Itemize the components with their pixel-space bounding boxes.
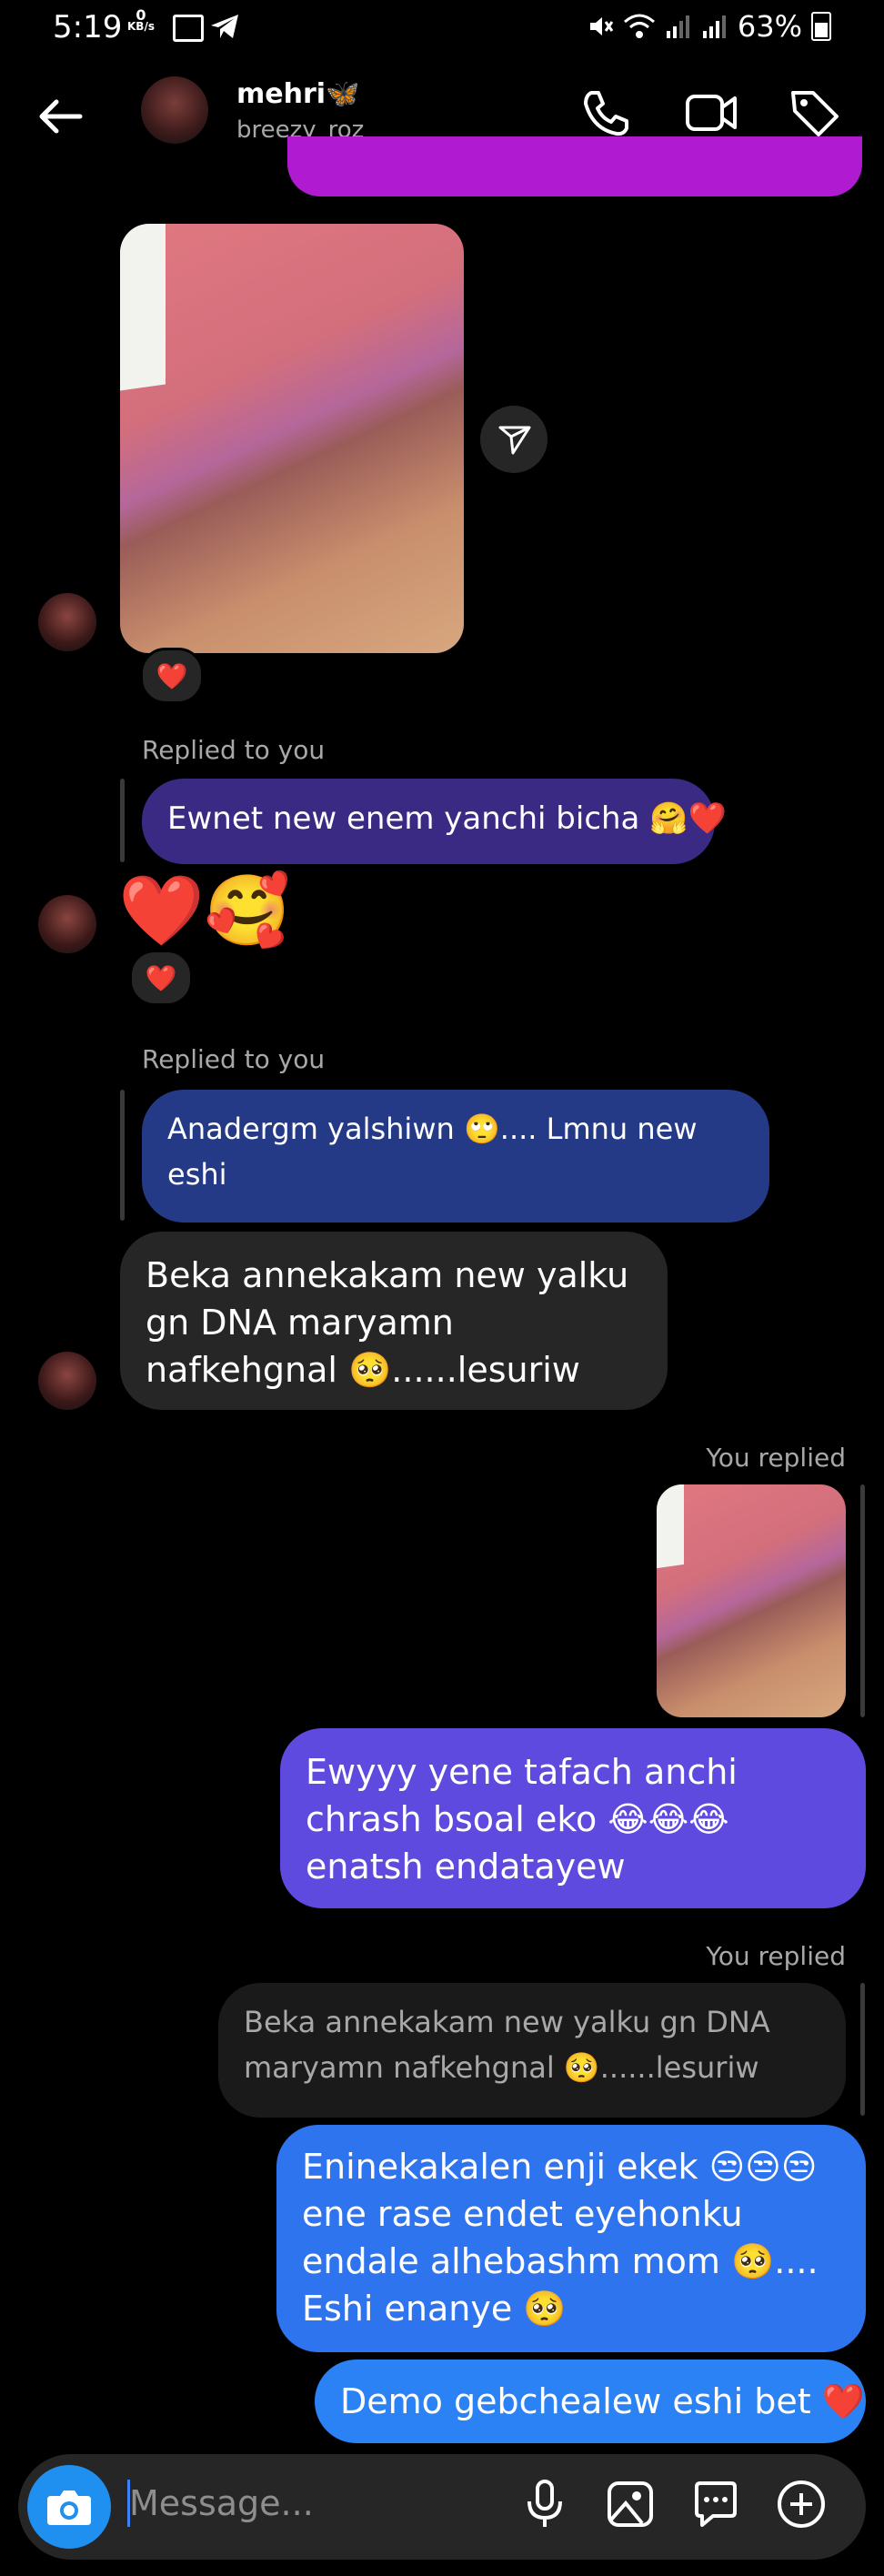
quoted-photo[interactable] xyxy=(657,1484,846,1717)
emoji-message[interactable]: ❤️🥰 xyxy=(118,870,290,951)
sticker-icon[interactable] xyxy=(688,2476,744,2532)
quoted-message-bubble[interactable]: Beka annekakam new yalku gn DNA maryamn … xyxy=(218,1983,846,2118)
reply-bar xyxy=(860,1484,865,1717)
wifi-icon xyxy=(623,14,655,38)
telegram-notification-icon xyxy=(211,15,238,38)
sender-avatar[interactable] xyxy=(38,895,96,953)
outgoing-message[interactable]: Ewyyy yene tafach anchi chrash bsoal eko… xyxy=(280,1728,866,1908)
battery-percent: 63% xyxy=(737,9,802,44)
share-button[interactable] xyxy=(480,406,547,473)
you-replied-label: You replied xyxy=(706,1443,846,1473)
back-arrow-icon[interactable] xyxy=(35,91,85,142)
sender-avatar[interactable] xyxy=(38,593,96,651)
replied-label: Replied to you xyxy=(142,735,326,765)
contact-name[interactable]: mehri🦋 xyxy=(236,78,359,110)
gallery-notification-icon xyxy=(173,15,204,42)
incoming-message[interactable]: Beka annekakam new yalku gn DNA maryamn … xyxy=(120,1232,668,1410)
add-icon[interactable] xyxy=(773,2476,829,2532)
sender-avatar[interactable] xyxy=(38,1352,96,1410)
status-net-speed: 0 KB/s xyxy=(127,6,155,33)
gallery-icon[interactable] xyxy=(602,2476,658,2532)
reply-quote-bubble[interactable]: Anadergm yalshiwn 🙄.... Lmnu new eshi xyxy=(142,1090,769,1223)
photo-detail xyxy=(657,1484,684,1569)
outgoing-message[interactable]: Eninekakalen enji ekek 😒😒😒 ene rase ende… xyxy=(276,2125,866,2352)
reply-bar xyxy=(120,779,125,862)
reaction-badge[interactable]: ❤️ xyxy=(129,950,193,1006)
shared-photo[interactable] xyxy=(120,224,464,653)
message-input[interactable]: Message... xyxy=(129,2483,314,2523)
signal-icon-1 xyxy=(666,15,689,38)
replied-label: Replied to you xyxy=(142,1044,326,1074)
reply-bar xyxy=(120,1090,125,1221)
status-right: 63% xyxy=(587,9,831,44)
signal-icon-2 xyxy=(702,15,726,38)
camera-button[interactable] xyxy=(27,2465,111,2549)
tag-icon[interactable] xyxy=(788,86,842,140)
you-replied-label: You replied xyxy=(706,1941,846,1971)
previous-message-bubble[interactable] xyxy=(287,136,862,196)
reply-quote-bubble[interactable]: Ewnet new enem yanchi bicha 🤗❤️ xyxy=(142,779,727,864)
camera-icon xyxy=(47,2490,91,2525)
phone-icon[interactable] xyxy=(578,86,633,140)
reply-bar xyxy=(860,1983,865,2116)
reaction-badge[interactable]: ❤️ xyxy=(140,648,204,704)
video-call-icon[interactable] xyxy=(684,86,738,140)
photo-detail xyxy=(120,224,166,391)
send-icon xyxy=(498,426,531,455)
battery-icon xyxy=(811,12,831,41)
avatar[interactable] xyxy=(141,76,208,144)
mute-icon xyxy=(589,17,614,35)
status-time: 5:19 xyxy=(53,9,123,45)
microphone-icon[interactable] xyxy=(517,2476,573,2532)
outgoing-message[interactable]: Demo gebchealew eshi bet ❤️ xyxy=(315,2360,866,2443)
